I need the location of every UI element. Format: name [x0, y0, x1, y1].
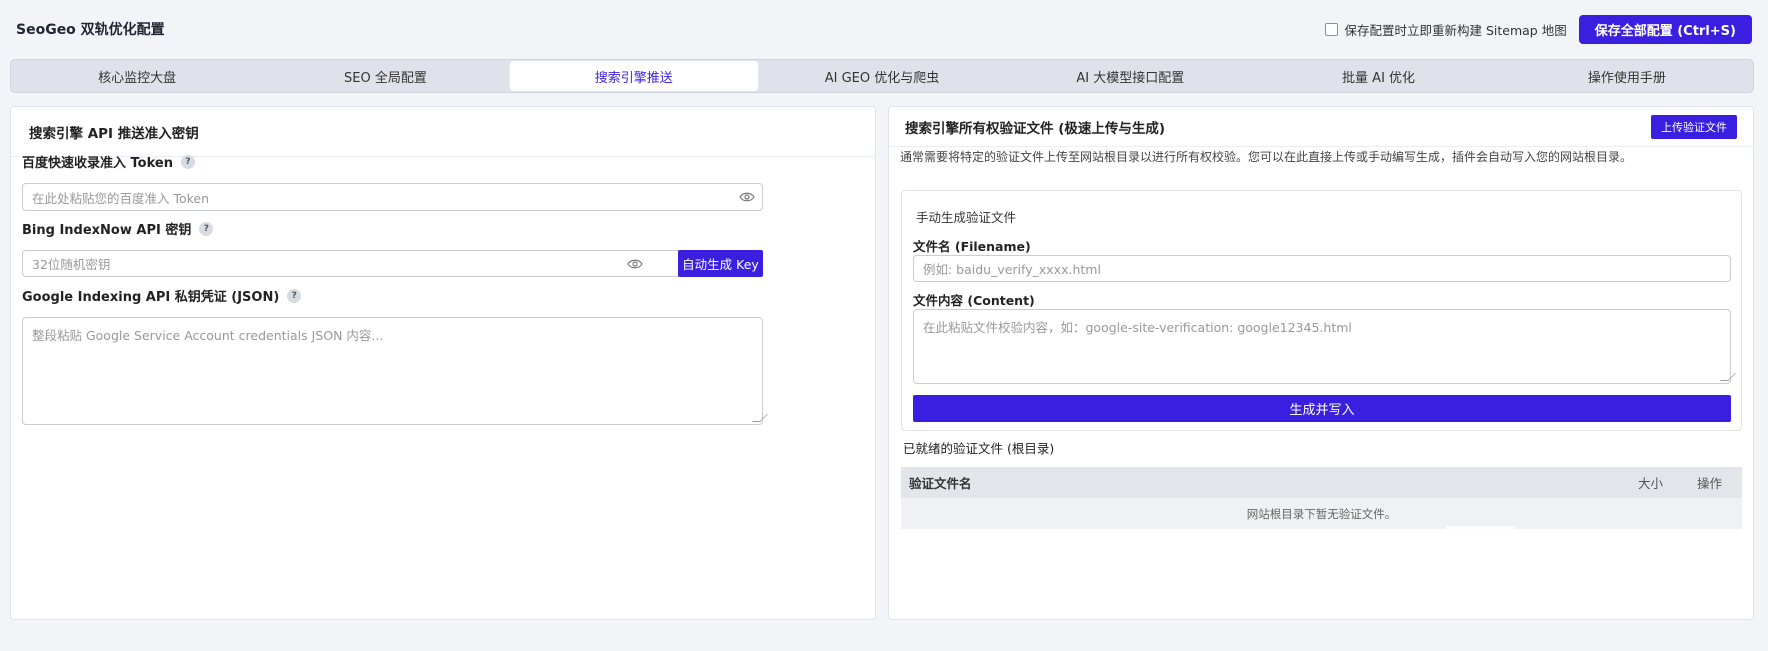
column-header-filename: 验证文件名 [909, 476, 972, 491]
tab-monitor-dashboard[interactable]: 核心监控大盘 [13, 61, 261, 91]
baidu-token-label-row: 百度快速收录准入 Token ? [22, 152, 195, 171]
verification-files-panel: 搜索引擎所有权验证文件 (极速上传与生成) 上传验证文件 通常需要将特定的验证文… [888, 106, 1754, 620]
tab-batch-ai[interactable]: 批量 AI 优化 [1254, 61, 1502, 91]
content-label: 文件内容 (Content) [913, 293, 1035, 308]
baidu-token-placeholder: 在此处粘贴您的百度准入 Token [32, 190, 210, 206]
rebuild-sitemap-label: 保存配置时立即重新构建 Sitemap 地图 [1344, 22, 1567, 38]
eye-icon[interactable] [627, 258, 643, 270]
filename-label: 文件名 (Filename) [913, 239, 1031, 254]
tab-ai-geo[interactable]: AI GEO 优化与爬虫 [758, 61, 1006, 91]
help-icon[interactable]: ? [287, 288, 302, 303]
top-actions: 保存配置时立即重新构建 Sitemap 地图 保存全部配置 (Ctrl+S) [1325, 14, 1752, 44]
app-title: SeoGeo 双轨优化配置 [16, 22, 165, 38]
google-json-textarea[interactable]: 整段粘贴 Google Service Account credentials … [22, 317, 768, 425]
filename-placeholder: 例如: baidu_verify_xxxx.html [923, 262, 1101, 277]
upload-verification-file-button[interactable]: 上传验证文件 [1651, 114, 1737, 139]
rebuild-sitemap-checkbox[interactable] [1325, 22, 1339, 36]
tab-ai-model-api[interactable]: AI 大模型接口配置 [1006, 61, 1254, 91]
manual-generate-box: 手动生成验证文件 文件名 (Filename) 例如: baidu_verify… [901, 190, 1742, 431]
google-json-placeholder: 整段粘贴 Google Service Account credentials … [32, 328, 384, 343]
resize-handle-icon[interactable] [752, 414, 768, 422]
tab-search-engine-push[interactable]: 搜索引擎推送 [509, 61, 758, 91]
bing-key-input[interactable]: 32位随机密钥 [22, 250, 679, 277]
tab-bar: 核心监控大盘 SEO 全局配置 搜索引擎推送 AI GEO 优化与爬虫 AI 大… [10, 59, 1754, 93]
filename-input[interactable]: 例如: baidu_verify_xxxx.html [913, 255, 1731, 282]
rebuild-sitemap-option[interactable]: 保存配置时立即重新构建 Sitemap 地图 [1325, 20, 1567, 39]
column-header-action: 操作 [1696, 476, 1722, 491]
google-json-label-row: Google Indexing API 私钥凭证 (JSON) ? [22, 286, 302, 305]
eye-icon[interactable] [739, 191, 755, 203]
tab-manual[interactable]: 操作使用手册 [1503, 61, 1751, 91]
verification-description: 通常需要将特定的验证文件上传至网站根目录以进行所有权校验。您可以在此直接上传或手… [900, 150, 1633, 164]
column-header-size: 大小 [1637, 476, 1663, 491]
bing-key-placeholder: 32位随机密钥 [32, 257, 111, 272]
baidu-token-label: 百度快速收录准入 Token [22, 156, 173, 171]
manual-generate-title: 手动生成验证文件 [916, 210, 1017, 225]
api-keys-panel-title: 搜索引擎 API 推送准入密钥 [11, 107, 875, 157]
tab-seo-global[interactable]: SEO 全局配置 [261, 61, 509, 91]
api-keys-panel: 搜索引擎 API 推送准入密钥 百度快速收录准入 Token ? 在此处粘贴您的… [10, 106, 876, 620]
google-json-label: Google Indexing API 私钥凭证 (JSON) [22, 290, 280, 305]
verification-panel-header: 搜索引擎所有权验证文件 (极速上传与生成) 上传验证文件 [889, 107, 1753, 147]
verification-table-empty: 网站根目录下暂无验证文件。 [901, 498, 1742, 529]
help-icon[interactable]: ? [180, 154, 195, 169]
bing-key-label: Bing IndexNow API 密钥 [22, 223, 192, 238]
generate-and-write-button[interactable]: 生成并写入 [913, 395, 1731, 422]
bing-key-label-row: Bing IndexNow API 密钥 ? [22, 219, 214, 238]
top-bar: SeoGeo 双轨优化配置 保存配置时立即重新构建 Sitemap 地图 保存全… [0, 0, 1768, 58]
help-icon[interactable]: ? [199, 221, 214, 236]
verification-table-header: 验证文件名 大小 操作 [901, 467, 1742, 498]
save-all-button[interactable]: 保存全部配置 (Ctrl+S) [1578, 14, 1752, 44]
content-textarea[interactable]: 在此粘贴文件校验内容，如：google-site-verification: g… [913, 309, 1736, 384]
verification-panel-title: 搜索引擎所有权验证文件 (极速上传与生成) [905, 120, 1166, 137]
content-placeholder: 在此粘贴文件校验内容，如：google-site-verification: g… [923, 320, 1352, 335]
auto-generate-key-button[interactable]: 自动生成 Key [678, 250, 763, 277]
column-header-group: 大小 操作 [1638, 473, 1734, 492]
ready-files-title: 已就绪的验证文件 (根目录) [903, 441, 1055, 456]
baidu-token-input[interactable]: 在此处粘贴您的百度准入 Token [22, 183, 763, 211]
resize-handle-icon[interactable] [1720, 373, 1736, 381]
